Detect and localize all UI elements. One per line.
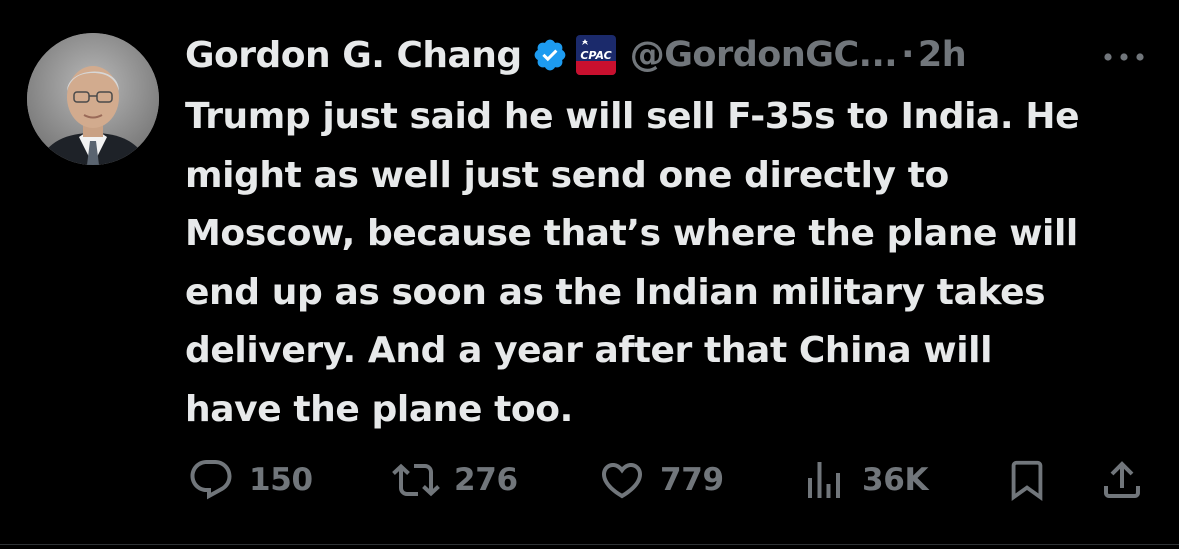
verified-badge-icon[interactable] (532, 37, 568, 73)
like-count: 779 (660, 462, 724, 498)
tweet-text-line: Moscow, because that’s where the plane w… (185, 213, 1078, 254)
repost-button[interactable]: 276 (392, 452, 518, 508)
tweet-text-line: have the plane too. (185, 388, 573, 430)
header-separator: · (901, 35, 914, 75)
share-button[interactable] (1098, 452, 1146, 508)
views-chart-icon (808, 462, 840, 498)
cpac-affiliate-badge[interactable]: CPAC (575, 35, 616, 75)
tweet-text: Trump just said he will sell F-35s to In… (185, 88, 1160, 439)
tweet-text-line: Trump just said he will sell F-35s to In… (185, 96, 1080, 137)
repost-icon (392, 463, 440, 497)
bookmark-icon (1011, 460, 1043, 501)
tweet-divider (0, 544, 1179, 545)
author-handle[interactable]: @GordonGC... (630, 35, 898, 75)
repost-count: 276 (454, 462, 518, 498)
share-icon (1104, 461, 1140, 498)
heart-icon (601, 463, 643, 499)
avatar[interactable] (27, 33, 159, 165)
bookmark-button[interactable] (1004, 452, 1050, 508)
tweet[interactable]: Gordon G. Chang CPAC @GordonGC... · 2h T… (0, 0, 1179, 549)
tweet-timestamp[interactable]: 2h (918, 35, 967, 75)
action-bar: 150 276 779 36K (0, 452, 1179, 508)
reply-count: 150 (249, 462, 313, 498)
views-button[interactable]: 36K (800, 452, 929, 508)
tweet-text-line: might as well just send one directly to (185, 154, 949, 196)
affiliate-badge-text: CPAC (580, 49, 611, 62)
tweet-text-line: delivery. And a year after that China wi… (185, 330, 993, 371)
reply-button[interactable]: 150 (187, 452, 313, 508)
tweet-header: Gordon G. Chang CPAC @GordonGC... · 2h (185, 28, 967, 82)
like-button[interactable]: 779 (598, 452, 724, 508)
reply-icon (190, 460, 232, 500)
more-options-icon[interactable] (1102, 48, 1146, 61)
tweet-text-line: end up as soon as the Indian military ta… (185, 271, 1046, 313)
author-name[interactable]: Gordon G. Chang (185, 35, 522, 76)
views-count: 36K (862, 462, 929, 498)
